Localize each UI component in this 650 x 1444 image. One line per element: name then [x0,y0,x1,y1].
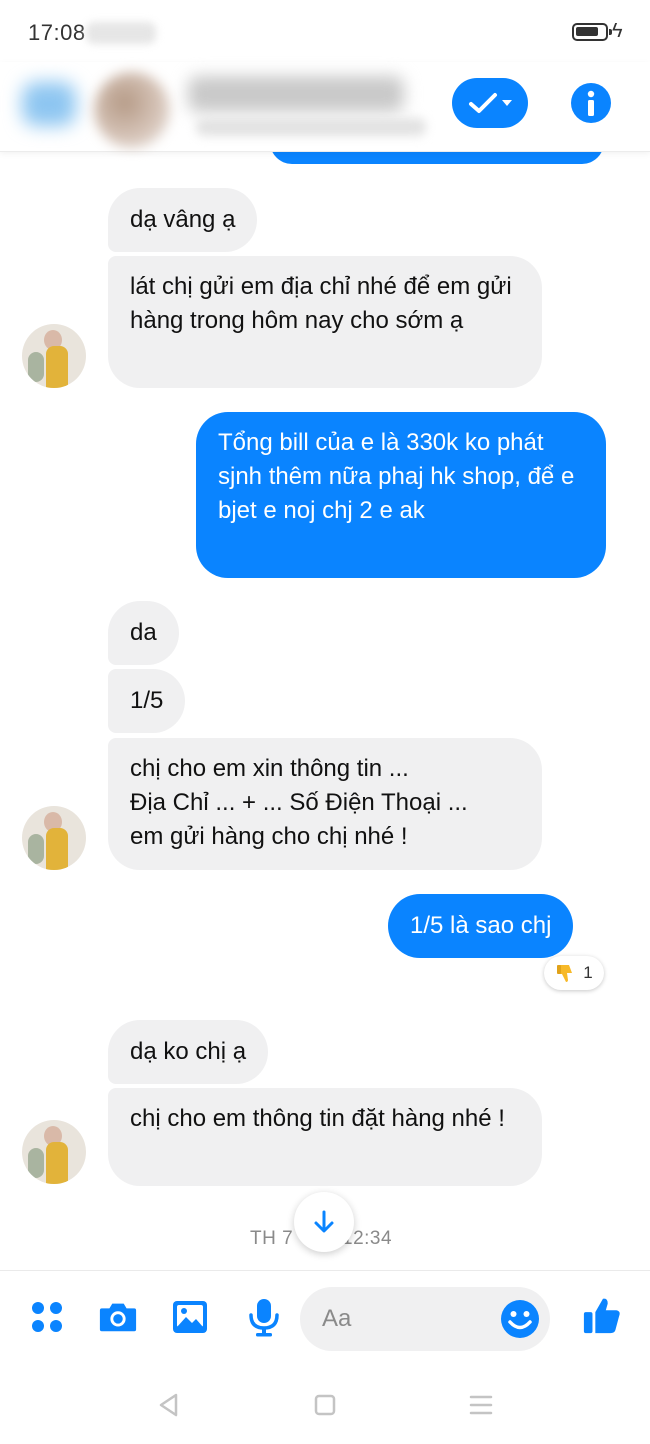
message-text: 1/5 là sao chj [410,912,552,939]
message-text: lát chị gửi em địa chỉ nhé để em gửi hàn… [130,273,512,334]
message-text: dạ ko chị ạ [130,1038,247,1065]
gallery-button[interactable] [170,1297,210,1337]
checkmark-icon [468,93,497,113]
message-line: em gửi hàng cho chị nhé ! [130,823,408,850]
message-list[interactable]: dạ vâng ạ lát chị gửi em địa chỉ nhé để … [0,152,650,1270]
incoming-message[interactable]: da [108,601,179,665]
recents-icon [469,1395,493,1415]
back-icon [159,1393,178,1417]
home-icon [314,1394,336,1416]
more-actions-button[interactable] [27,1297,67,1337]
menu-dots-icon [32,1302,62,1332]
back-arrow-icon[interactable] [22,82,76,126]
info-button[interactable] [571,83,611,123]
camera-icon [99,1303,137,1332]
arrow-down-icon [314,1210,334,1233]
scroll-to-bottom-button[interactable] [294,1192,354,1252]
status-icons-blurred [86,22,156,44]
incoming-message[interactable]: chị cho em thông tin đặt hàng nhé ! [108,1088,542,1186]
message-line: Địa Chỉ ... + ... Số Điện Thoại ... [130,789,468,816]
microphone-icon [249,1299,279,1337]
message-text: 1/5 [130,687,164,714]
battery-icon [572,23,612,41]
message-text: Tổng bill của e là 330k ko phát sjnh thê… [218,429,575,524]
previous-outgoing-bubble [270,152,604,164]
incoming-message[interactable]: 1/5 [108,669,186,733]
contact-name-blurred[interactable] [188,76,404,112]
sender-avatar[interactable] [22,1120,86,1184]
message-composer [0,1270,650,1370]
contact-avatar[interactable] [94,72,170,148]
emoji-button[interactable] [500,1299,540,1339]
thumbs-down-icon [557,965,573,982]
mark-done-button[interactable] [452,78,528,128]
message-text: dạ vâng ạ [130,206,236,233]
incoming-message[interactable]: dạ ko chị ạ [108,1020,269,1084]
outgoing-message[interactable]: 1/5 là sao chj [388,894,574,958]
charging-icon: ϟ [612,20,623,42]
sender-avatar[interactable] [22,806,86,870]
thumbs-up-icon [583,1298,620,1334]
message-reaction[interactable]: 1 [544,956,604,990]
system-navigation-bar [0,1370,650,1444]
battery-level-fill [576,27,598,36]
contact-status-blurred [196,118,426,136]
status-bar: 17:08 ϟ [0,0,650,62]
sender-avatar[interactable] [22,324,86,388]
outgoing-message[interactable]: Tổng bill của e là 330k ko phát sjnh thê… [196,412,606,578]
message-line: chị cho em xin thông tin ... [130,755,409,782]
conversation-header [0,62,650,152]
nav-recents-button[interactable] [466,1390,496,1420]
reaction-count: 1 [583,963,593,982]
incoming-message[interactable]: chị cho em xin thông tin ... Địa Chỉ ...… [108,738,542,870]
voice-button[interactable] [244,1297,284,1337]
incoming-message[interactable]: lát chị gửi em địa chỉ nhé để em gửi hàn… [108,256,542,388]
chevron-down-icon [501,100,512,106]
incoming-message[interactable]: dạ vâng ạ [108,188,258,252]
emoji-icon [501,1300,539,1338]
info-icon [587,90,595,116]
gallery-icon [173,1301,207,1333]
message-text: da [130,619,157,646]
camera-button[interactable] [98,1297,138,1337]
message-text: chị cho em thông tin đặt hàng nhé ! [130,1105,505,1132]
nav-back-button[interactable] [154,1390,184,1420]
like-button[interactable] [582,1295,622,1335]
timestamp-day: TH 7 [250,1228,294,1249]
status-time: 17:08 [28,20,86,45]
nav-home-button[interactable] [310,1390,340,1420]
